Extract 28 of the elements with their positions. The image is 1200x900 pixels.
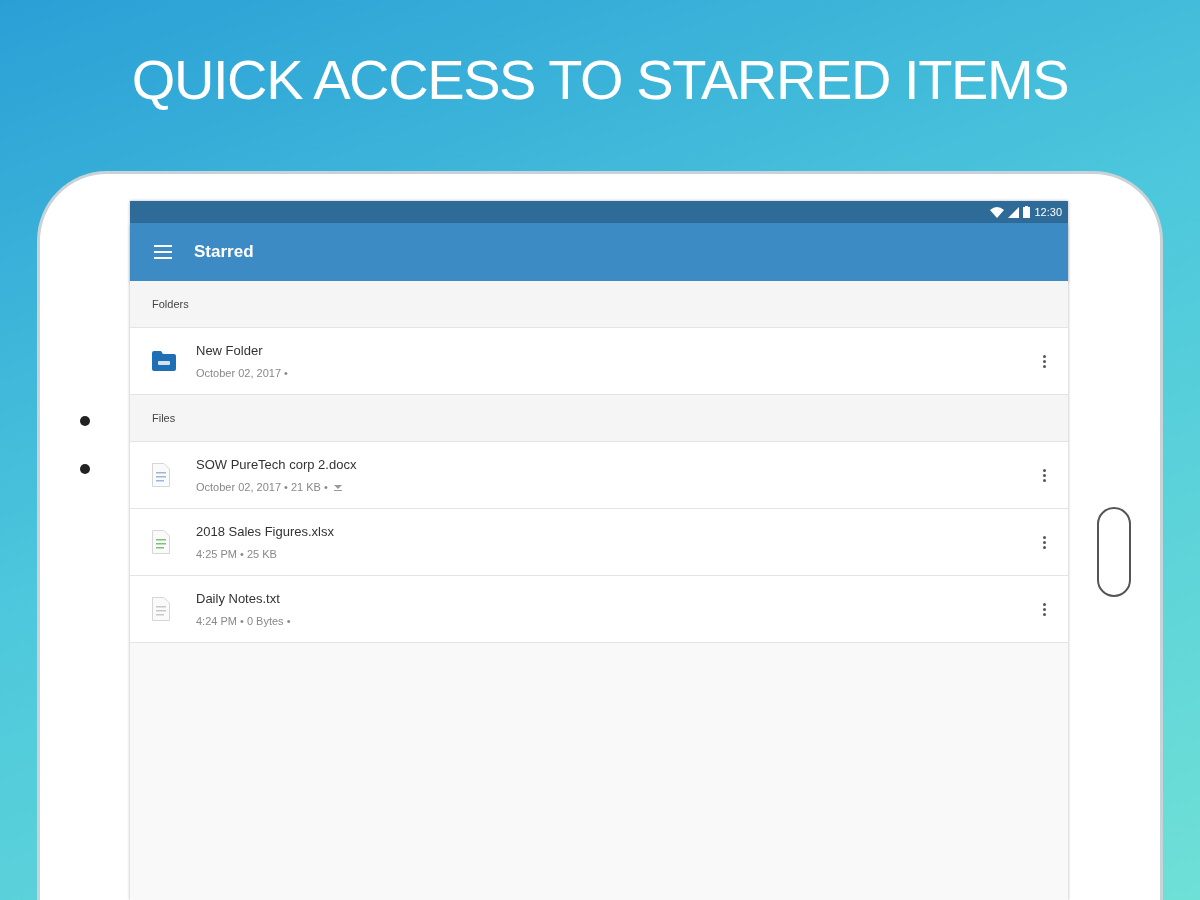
list-item[interactable]: SOW PureTech corp 2.docx October 02, 2017 • 21 KB • <box>130 442 1068 509</box>
menu-button[interactable] <box>154 245 172 259</box>
file-icon <box>152 530 170 554</box>
item-details: October 02, 2017 • <box>196 365 288 381</box>
home-button[interactable] <box>1097 507 1131 597</box>
app-bar-title: Starred <box>194 241 254 264</box>
file-icon <box>152 463 170 487</box>
section-title: Folders <box>152 296 189 312</box>
status-time: 12:30 <box>1034 204 1062 220</box>
headline: QUICK ACCESS TO STARRED ITEMS <box>131 47 1069 113</box>
list-item[interactable]: 2018 Sales Figures.xlsx 4:25 PM • 25 KB <box>130 509 1068 576</box>
item-name: New Folder <box>196 342 264 360</box>
list-item[interactable]: Daily Notes.txt 4:24 PM • 0 Bytes • <box>130 576 1068 643</box>
item-name: Daily Notes.txt <box>196 590 281 608</box>
list-item[interactable]: New Folder October 02, 2017 • <box>130 328 1068 395</box>
section-title: Files <box>152 410 176 426</box>
item-name: 2018 Sales Figures.xlsx <box>196 523 335 541</box>
file-icon <box>152 597 170 621</box>
sensor-icon <box>80 416 90 426</box>
sensor-icon <box>80 464 90 474</box>
wifi-icon <box>990 206 1005 218</box>
battery-icon <box>1023 206 1031 218</box>
item-details: October 02, 2017 • 21 KB • <box>196 479 328 495</box>
folder-icon <box>152 351 176 371</box>
item-details: 4:24 PM • 0 Bytes • <box>196 613 291 629</box>
item-name: SOW PureTech corp 2.docx <box>196 456 358 474</box>
signal-icon <box>1008 206 1020 218</box>
item-details: 4:25 PM • 25 KB <box>196 546 277 562</box>
